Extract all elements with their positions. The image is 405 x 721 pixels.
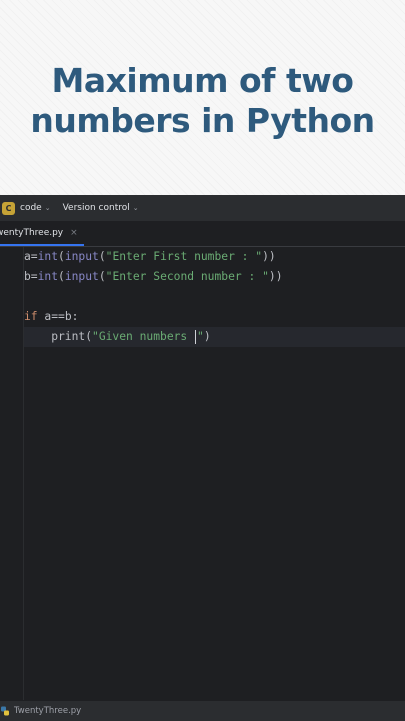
code-editor[interactable]: a=int(input("Enter First number : ")) b=… — [0, 247, 405, 700]
editor-tab-bar: wentyThree.py × — [0, 222, 405, 247]
python-file-icon — [1, 706, 9, 716]
code-line-4[interactable]: if a==b: — [24, 307, 405, 327]
tab-label: wentyThree.py — [0, 228, 64, 238]
project-badge-icon[interactable]: C — [2, 201, 15, 215]
chevron-down-icon[interactable]: ⌄ — [45, 204, 51, 212]
main-toolbar: C code ⌄ Version control ⌄ — [0, 195, 405, 222]
version-control-menu[interactable]: Version control — [63, 203, 130, 213]
status-bar: TwentyThree.py — [0, 700, 405, 721]
code-line-5[interactable]: print("Given numbers ") — [24, 327, 405, 347]
code-line-2[interactable]: b=int(input("Enter Second number : ")) — [24, 267, 405, 287]
title-banner: Maximum of two numbers in Python — [0, 0, 405, 195]
project-name[interactable]: code — [20, 203, 42, 213]
code-line-3[interactable] — [24, 287, 405, 307]
banner-title-line-2: numbers in Python — [30, 100, 375, 140]
tab-twentythree-py[interactable]: wentyThree.py × — [0, 222, 84, 246]
banner-title: Maximum of two numbers in Python — [13, 61, 393, 141]
text-caret — [195, 330, 197, 344]
close-icon[interactable]: × — [70, 228, 78, 238]
chevron-down-icon[interactable]: ⌄ — [133, 204, 139, 212]
status-file-name[interactable]: TwentyThree.py — [14, 706, 81, 716]
banner-title-line-1: Maximum of two — [51, 60, 354, 100]
code-line-1[interactable]: a=int(input("Enter First number : ")) — [24, 247, 405, 267]
